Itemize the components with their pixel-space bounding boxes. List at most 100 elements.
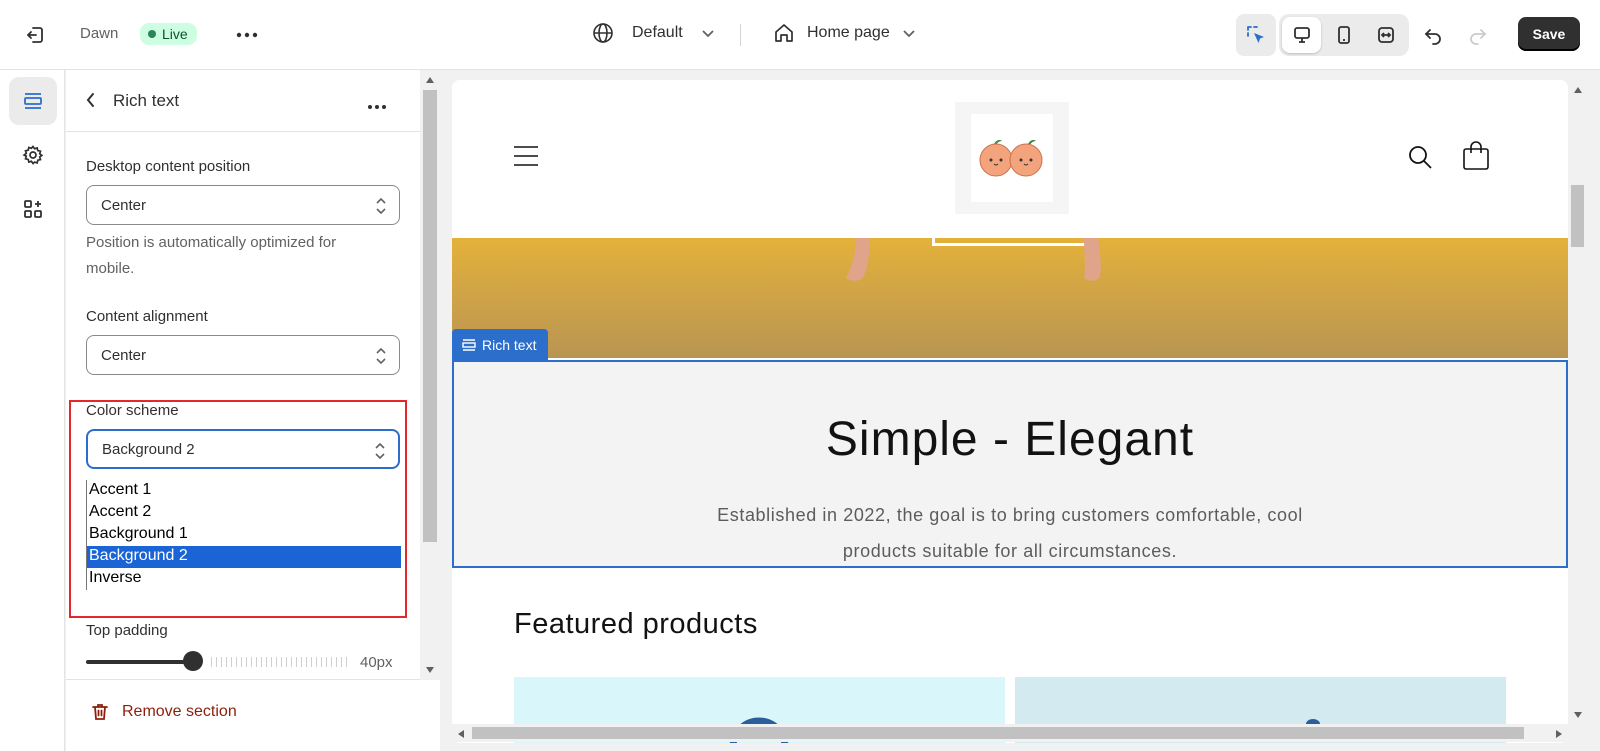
color-scheme-label: Color scheme xyxy=(86,402,179,419)
chevron-down-icon xyxy=(702,30,714,38)
cart-icon[interactable] xyxy=(1462,141,1490,176)
chevron-down-icon xyxy=(903,30,915,38)
preview-vertical-scrollbar[interactable] xyxy=(1568,80,1586,725)
more-actions-icon[interactable] xyxy=(231,19,263,51)
top-padding-slider-thumb[interactable] xyxy=(183,651,203,671)
desktop-position-help: Position is automatically optimized for … xyxy=(86,234,337,277)
remove-section-label: Remove section xyxy=(122,703,237,720)
redo-icon xyxy=(1470,29,1487,45)
scroll-left-icon xyxy=(458,730,464,738)
template-select-label: Default xyxy=(632,24,683,41)
panel-title: Rich text xyxy=(113,91,180,110)
color-scheme-value: Background 2 xyxy=(102,440,195,458)
top-padding-value: 40px xyxy=(360,654,393,671)
expand-icon xyxy=(1378,27,1395,43)
divider xyxy=(740,24,741,46)
gear-icon xyxy=(22,145,44,165)
fullscreen-button[interactable] xyxy=(1367,17,1406,53)
desktop-position-value: Center xyxy=(101,196,147,214)
section-settings-panel: Rich text Desktop content position Cente… xyxy=(66,70,420,751)
store-header xyxy=(452,80,1568,238)
section-tag-label: Rich text xyxy=(482,336,537,353)
scroll-up-icon xyxy=(426,77,434,83)
rich-text-section[interactable]: Simple - Elegant Established in 2022, th… xyxy=(452,360,1568,568)
panel-scrollbar[interactable] xyxy=(420,70,440,680)
top-padding-label: Top padding xyxy=(86,622,168,639)
desktop-position-select[interactable]: Center xyxy=(86,185,400,225)
rich-text-body: Established in 2022, the goal is to brin… xyxy=(717,505,1303,561)
desktop-position-label: Desktop content position xyxy=(86,158,251,175)
section-icon xyxy=(462,338,476,351)
page-select[interactable]: Home page xyxy=(773,22,916,44)
home-icon xyxy=(775,24,793,42)
menu-icon[interactable] xyxy=(514,144,538,173)
scroll-right-icon xyxy=(1556,730,1562,738)
save-button[interactable]: Save xyxy=(1518,17,1580,51)
template-select[interactable]: Default xyxy=(592,22,715,44)
undo-button[interactable] xyxy=(1417,19,1449,51)
left-rail xyxy=(0,70,65,751)
slider-ticks xyxy=(211,657,351,667)
chevron-updown-icon xyxy=(376,197,386,215)
panel-footer: Remove section xyxy=(66,679,420,751)
mobile-view-button[interactable] xyxy=(1324,17,1363,53)
panel-footer-gap xyxy=(420,680,440,751)
scroll-down-icon xyxy=(1574,712,1582,718)
device-toggle-group xyxy=(1279,14,1409,56)
color-scheme-select[interactable]: Background 2 xyxy=(86,429,400,469)
content-alignment-value: Center xyxy=(101,346,147,364)
live-dot xyxy=(148,30,156,38)
sections-icon xyxy=(24,93,42,109)
exit-icon[interactable] xyxy=(19,19,51,51)
globe-icon xyxy=(593,23,613,43)
desktop-icon xyxy=(1293,27,1310,43)
remove-section-button[interactable]: Remove section xyxy=(90,702,237,722)
scroll-up-icon xyxy=(1574,87,1582,93)
color-scheme-option[interactable]: Accent 2 xyxy=(87,502,401,524)
store-logo[interactable] xyxy=(955,102,1069,214)
status-badge-label: Live xyxy=(162,26,188,42)
preview-horizontal-scrollbar[interactable] xyxy=(452,724,1568,742)
peach-logo-icon xyxy=(979,140,1043,177)
storefront-preview: Rich text Simple - Elegant Established i… xyxy=(452,80,1568,743)
color-scheme-dropdown: Accent 1 Accent 2 Background 1 Backgroun… xyxy=(86,480,401,590)
color-scheme-option[interactable]: Background 1 xyxy=(87,524,401,546)
panel-scrollbar-thumb[interactable] xyxy=(423,90,437,542)
status-badge: Live xyxy=(140,23,197,45)
preview-vertical-thumb[interactable] xyxy=(1571,185,1584,247)
preview-horizontal-thumb[interactable] xyxy=(472,727,1524,739)
color-scheme-option[interactable]: Accent 1 xyxy=(87,480,401,502)
page-select-label: Home page xyxy=(807,24,890,41)
section-tag[interactable]: Rich text xyxy=(452,329,549,360)
theme-name: Dawn xyxy=(80,25,119,42)
hero-image xyxy=(452,238,1568,358)
search-icon[interactable] xyxy=(1407,144,1433,175)
trash-icon xyxy=(92,704,108,720)
sections-button[interactable] xyxy=(9,77,57,125)
desktop-view-button[interactable] xyxy=(1282,17,1322,53)
mobile-icon xyxy=(1338,26,1350,44)
top-padding-slider-fill xyxy=(86,660,194,664)
redo-button[interactable] xyxy=(1462,19,1494,51)
apps-button[interactable] xyxy=(9,185,57,233)
apps-icon xyxy=(24,200,42,218)
panel-more-icon[interactable] xyxy=(367,97,387,115)
content-alignment-label: Content alignment xyxy=(86,308,208,325)
select-cursor-icon xyxy=(1247,26,1264,43)
chevron-updown-icon xyxy=(376,347,386,365)
content-alignment-select[interactable]: Center xyxy=(86,335,400,375)
back-icon[interactable] xyxy=(84,90,98,115)
color-scheme-option[interactable]: Background 2 xyxy=(87,546,401,568)
inspector-button[interactable] xyxy=(1236,14,1276,56)
logo-frame xyxy=(971,114,1053,202)
rich-text-heading: Simple - Elegant xyxy=(825,413,1195,466)
undo-icon xyxy=(1424,29,1441,45)
scroll-down-icon xyxy=(426,667,434,673)
chevron-updown-icon xyxy=(375,442,385,460)
theme-settings-button[interactable] xyxy=(9,131,57,179)
hero-feet-image xyxy=(846,238,1101,281)
panel-header: Rich text xyxy=(66,70,420,132)
color-scheme-option[interactable]: Inverse xyxy=(87,568,401,590)
top-bar: Dawn Live Default Home page Save xyxy=(0,0,1600,70)
featured-products-title: Featured products xyxy=(514,608,758,640)
